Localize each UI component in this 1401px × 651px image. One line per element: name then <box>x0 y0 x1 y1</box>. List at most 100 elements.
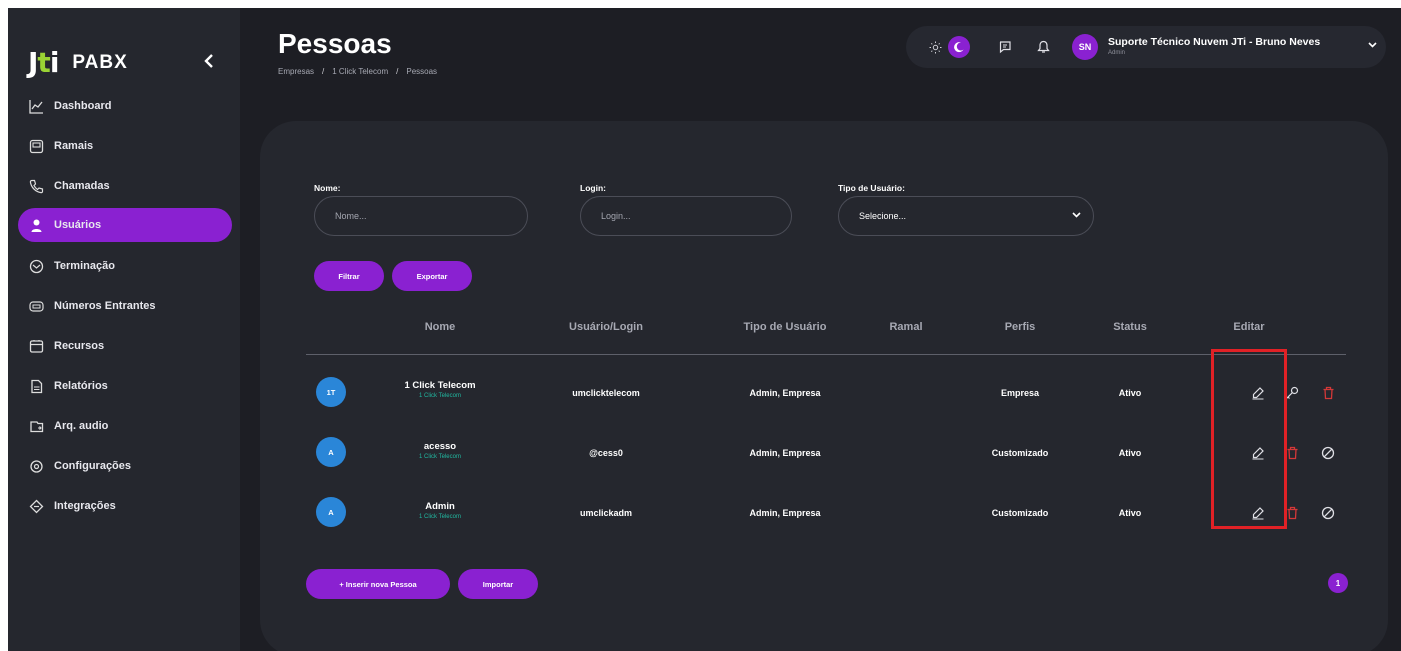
status-cell: Ativo <box>1118 508 1142 518</box>
column-header-status: Status <box>1113 321 1147 333</box>
nome-input[interactable]: Nome... <box>314 196 528 236</box>
person-name: 1 Click Telecom <box>404 380 476 391</box>
user-role: Admin <box>1108 50 1126 56</box>
sidebar-item-label: Números Entrantes <box>54 300 156 312</box>
column-header-editar: Editar <box>1233 321 1265 333</box>
person-company: 1 Click Telecom <box>419 514 461 520</box>
keypad-icon <box>28 298 44 314</box>
sidebar-item-numeros-entrantes[interactable]: Números Entrantes <box>18 290 234 322</box>
audio-file-icon <box>28 418 44 434</box>
login-cell: umclicktelecom <box>572 388 640 398</box>
sidebar-item-label: Chamadas <box>54 180 110 192</box>
breadcrumb: Empresas / 1 Click Telecom / Pessoas <box>278 67 437 76</box>
chart-line-icon <box>28 98 44 114</box>
sidebar-item-chamadas[interactable]: Chamadas <box>18 170 234 202</box>
tipo-cell: Admin, Empresa <box>749 508 821 518</box>
sidebar-item-arq-audio[interactable]: Arq. audio <box>18 410 234 442</box>
chevron-down-icon <box>1072 210 1081 220</box>
perfil-cell: Empresa <box>1000 388 1040 398</box>
sidebar-item-ramais[interactable]: Ramais <box>18 130 234 162</box>
chevron-left-icon[interactable] <box>204 54 218 70</box>
logo-mark: Jti <box>28 46 59 79</box>
inserir-pessoa-button[interactable]: + Inserir nova Pessoa <box>306 569 450 599</box>
sidebar-item-integracoes[interactable]: Integrações <box>18 490 234 522</box>
sidebar-item-label: Ramais <box>54 140 94 152</box>
person-company: 1 Click Telecom <box>419 454 461 460</box>
sidebar-item-label: Dashboard <box>54 100 112 112</box>
sidebar-item-label: Arq. audio <box>54 420 109 432</box>
breadcrumb-item-empresas[interactable]: Empresas <box>278 67 314 76</box>
login-label: Login: <box>580 183 606 193</box>
importar-button[interactable]: Importar <box>458 569 538 599</box>
login-cell: @cess0 <box>589 448 623 458</box>
breadcrumb-separator: / <box>396 67 399 76</box>
sun-icon[interactable] <box>926 38 944 56</box>
column-header-login: Usuário/Login <box>569 321 643 333</box>
resources-icon <box>28 338 44 354</box>
terminal-icon <box>28 258 44 274</box>
pagination-page-1[interactable]: 1 <box>1328 573 1348 593</box>
perfil-cell: Customizado <box>991 508 1049 518</box>
breadcrumb-separator: / <box>322 67 325 76</box>
integration-icon <box>28 498 44 514</box>
status-cell: Ativo <box>1118 448 1142 458</box>
bell-icon[interactable] <box>1034 38 1052 56</box>
person-name: Admin <box>425 501 455 512</box>
product-name: PABX <box>72 51 128 73</box>
person-company: 1 Click Telecom <box>419 393 461 399</box>
avatar: A <box>316 437 346 467</box>
login-cell: umclickadm <box>579 508 633 518</box>
report-icon <box>28 378 44 394</box>
user-name[interactable]: Suporte Técnico Nuvem JTi - Bruno Neves <box>1108 36 1320 48</box>
sidebar-item-label: Usuários <box>54 219 102 231</box>
chat-icon[interactable] <box>996 38 1014 56</box>
block-icon[interactable] <box>1320 505 1336 521</box>
sidebar-item-label: Integrações <box>54 500 116 512</box>
avatar: 1T <box>316 377 346 407</box>
avatar[interactable]: SN <box>1072 34 1098 60</box>
annotation-highlight-box <box>1211 349 1287 529</box>
top-toolbar: SN Suporte Técnico Nuvem JTi - Bruno Nev… <box>906 26 1386 68</box>
app-window: Jti PABX Dashboard Ramais Chamadas Usuár… <box>8 8 1401 651</box>
sidebar-item-label: Terminação <box>54 260 115 272</box>
person-name-cell[interactable]: 1 Click Telecom 1 Click Telecom <box>370 380 510 399</box>
person-name-cell[interactable]: Admin 1 Click Telecom <box>370 501 510 520</box>
sidebar-item-relatorios[interactable]: Relatórios <box>18 370 234 402</box>
settings-icon <box>28 458 44 474</box>
login-placeholder: Login... <box>601 211 631 221</box>
sidebar-item-dashboard[interactable]: Dashboard <box>18 90 234 122</box>
sidebar-item-recursos[interactable]: Recursos <box>18 330 234 362</box>
chevron-down-icon[interactable] <box>1368 40 1377 51</box>
sidebar-item-usuarios[interactable]: Usuários <box>18 208 232 242</box>
sidebar: Jti PABX Dashboard Ramais Chamadas Usuár… <box>8 8 240 651</box>
column-header-ramal: Ramal <box>889 321 923 333</box>
tipo-cell: Admin, Empresa <box>749 388 821 398</box>
column-header-perfis: Perfis <box>1004 321 1036 333</box>
exportar-button[interactable]: Exportar <box>392 261 472 291</box>
block-icon[interactable] <box>1320 445 1336 461</box>
page-title: Pessoas <box>278 28 392 59</box>
sidebar-item-label: Relatórios <box>54 380 108 392</box>
sidebar-item-label: Recursos <box>54 340 105 352</box>
phone-call-icon <box>28 178 44 194</box>
nome-label: Nome: <box>314 183 341 193</box>
filtrar-button[interactable]: Filtrar <box>314 261 384 291</box>
breadcrumb-item-pessoas: Pessoas <box>406 67 438 76</box>
login-input[interactable]: Login... <box>580 196 792 236</box>
tipo-cell: Admin, Empresa <box>749 448 821 458</box>
tipo-usuario-select[interactable]: Selecione... <box>838 196 1094 236</box>
tipo-usuario-value: Selecione... <box>859 211 907 221</box>
person-name: acesso <box>423 441 457 452</box>
trash-icon[interactable] <box>1320 385 1336 401</box>
table-header-divider <box>306 354 1346 355</box>
sidebar-item-terminacao[interactable]: Terminação <box>18 250 234 282</box>
sidebar-item-label: Configurações <box>54 460 132 472</box>
sidebar-item-configuracoes[interactable]: Configurações <box>18 450 234 482</box>
column-header-nome: Nome <box>424 321 456 333</box>
person-name-cell[interactable]: acesso 1 Click Telecom <box>370 441 510 460</box>
avatar: A <box>316 497 346 527</box>
breadcrumb-item-company[interactable]: 1 Click Telecom <box>332 67 388 76</box>
column-header-tipo: Tipo de Usuário <box>743 321 827 333</box>
user-icon <box>28 217 44 233</box>
moon-icon[interactable] <box>948 36 970 58</box>
